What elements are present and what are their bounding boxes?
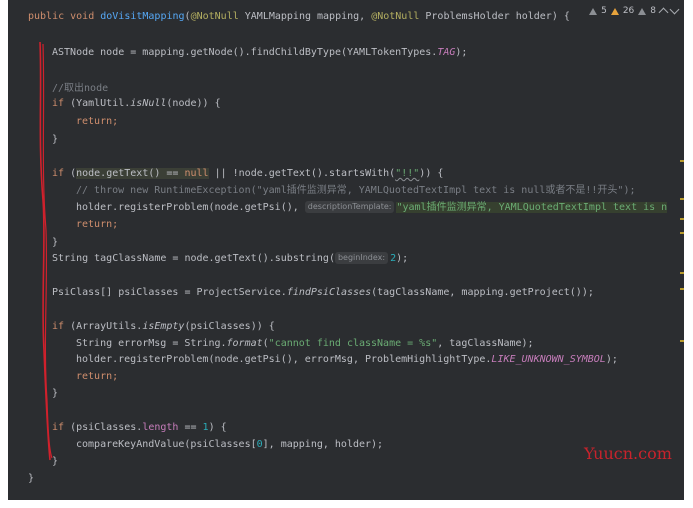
code-editor[interactable]: public void doVisitMapping(@NotNull YAML… <box>8 0 684 500</box>
watermark-text: Yuucn.com <box>584 444 672 463</box>
red-annotation-line <box>39 41 53 461</box>
